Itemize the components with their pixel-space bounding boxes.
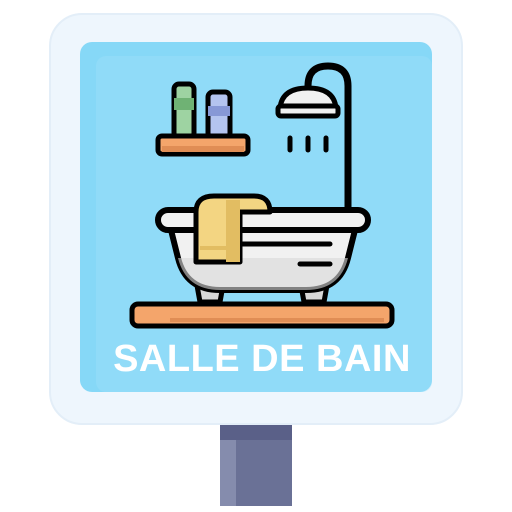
shelf-icon bbox=[155, 133, 251, 157]
bathroom-sign: SALLE DE BAIN bbox=[0, 0, 512, 512]
bathroom-sign-icon: SALLE DE BAIN bbox=[49, 13, 463, 506]
sign-post-icon bbox=[220, 420, 292, 506]
floor-board bbox=[129, 301, 395, 329]
sign-caption: SALLE DE BAIN bbox=[113, 338, 411, 380]
